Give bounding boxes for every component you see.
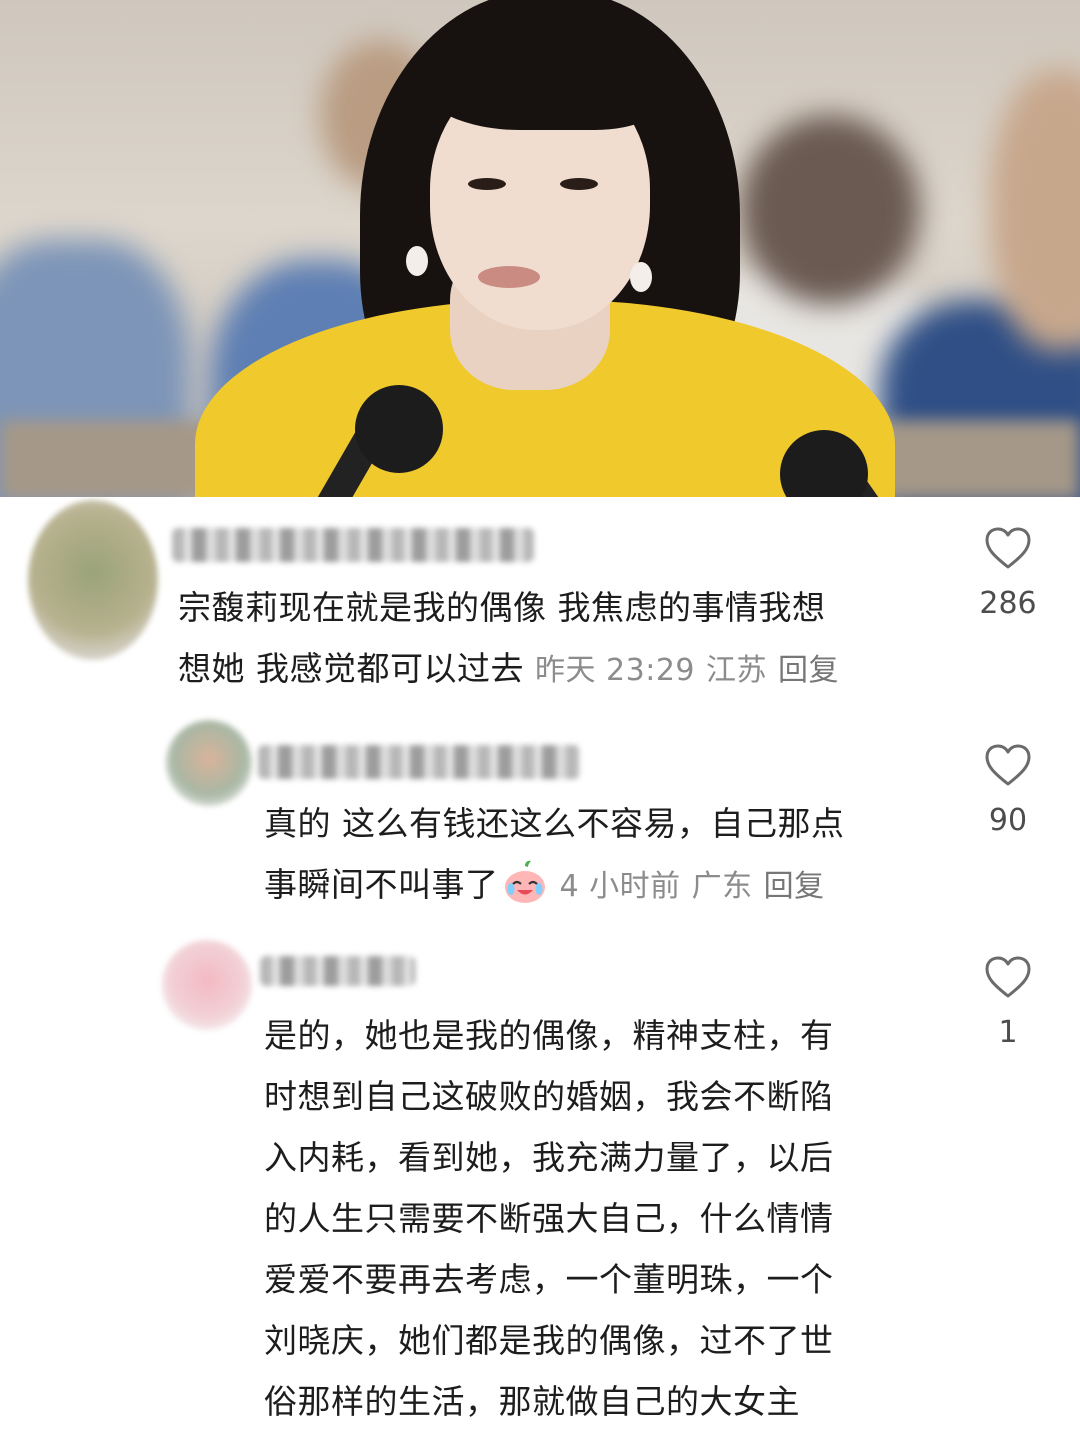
comment-line: 宗馥莉现在就是我的偶像 我焦虑的事情我想 — [178, 588, 826, 627]
background-head-middle — [740, 115, 920, 305]
right-eye — [560, 178, 598, 190]
like-count: 286 — [979, 586, 1037, 621]
commenter-avatar[interactable] — [28, 500, 158, 660]
reply-button[interactable]: 回复 — [764, 869, 825, 904]
comment-time: 4 小时前 — [559, 869, 681, 904]
heart-icon — [985, 956, 1031, 998]
comment-line: 事瞬间不叫事了 — [264, 865, 499, 904]
reply-button[interactable]: 回复 — [778, 653, 839, 688]
microphone-left — [355, 385, 443, 473]
blurred-username[interactable] — [260, 956, 415, 986]
crying-laughing-emoji-icon — [504, 860, 545, 903]
woman-fringe — [420, 10, 670, 130]
like-button[interactable] — [973, 743, 1043, 787]
left-earring — [406, 246, 428, 276]
like-count: 1 — [998, 1015, 1018, 1050]
commenter-avatar[interactable] — [166, 720, 252, 806]
comment-line: 入内耗，看到她，我充满力量了，以后 — [264, 1138, 834, 1177]
heart-icon — [985, 744, 1031, 786]
comment-line: 刘晓庆，她们都是我的偶像，过不了世 — [264, 1321, 834, 1360]
blurred-username[interactable] — [172, 528, 534, 562]
comment-location: 江苏 — [706, 653, 767, 688]
comment-text: 真的 这么有钱还这么不容易，自己那点 事瞬间不叫事了 4 小时前 广东 回复 — [264, 793, 964, 917]
blurred-username[interactable] — [258, 745, 580, 779]
comment-line: 爱爱不要再去考虑，一个董明珠，一个 — [264, 1260, 834, 1299]
comment-line: 的人生只需要不断强大自己，什么情情 — [264, 1199, 834, 1238]
post-photo[interactable] — [0, 0, 1080, 497]
commenter-avatar[interactable] — [162, 940, 252, 1030]
like-button[interactable] — [973, 955, 1043, 999]
heart-icon — [985, 527, 1031, 569]
comment-line: 时想到自己这破败的婚姻，我会不断陷 — [264, 1077, 834, 1116]
like-button[interactable] — [973, 526, 1043, 570]
left-eye — [468, 178, 506, 190]
comment-line: 想她 我感觉都可以过去 — [178, 649, 524, 688]
mouth — [478, 266, 540, 288]
like-count: 90 — [988, 803, 1028, 838]
comment-line: 真的 这么有钱还这么不容易，自己那点 — [264, 804, 845, 843]
comment-text: 是的，她也是我的偶像，精神支柱，有 时想到自己这破败的婚姻，我会不断陷 入内耗，… — [264, 1005, 964, 1432]
comment-line: 是的，她也是我的偶像，精神支柱，有 — [264, 1016, 834, 1055]
comment-location: 广东 — [691, 869, 753, 904]
comment-text: 宗馥莉现在就是我的偶像 我焦虑的事情我想 想她 我感觉都可以过去 昨天 23:2… — [178, 577, 938, 701]
comment-time: 昨天 23:29 — [535, 653, 695, 688]
comment-line: 俗那样的生活，那就做自己的大女主 — [264, 1382, 800, 1421]
right-earring — [630, 262, 652, 292]
